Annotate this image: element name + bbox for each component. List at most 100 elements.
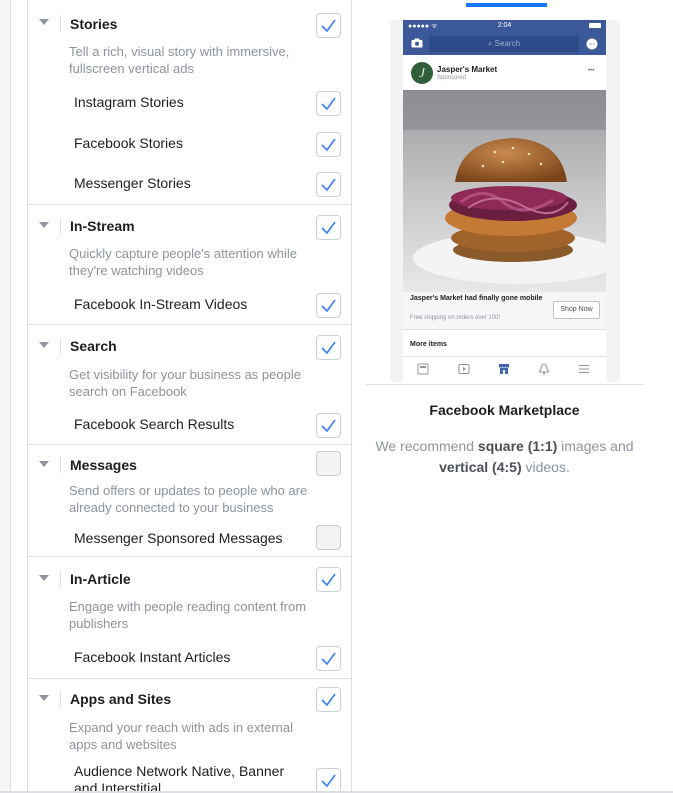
more-options-icon: ••• (588, 68, 595, 74)
recommendation-note: We recommend square (1:1) images and ver… (366, 436, 643, 478)
placement-checkbox-facebook-instant-articles[interactable] (316, 646, 341, 671)
checkmark-icon (321, 19, 336, 33)
placement-label: Facebook Instant Articles (74, 649, 231, 665)
caret-down-icon[interactable] (39, 575, 49, 581)
section-description: Quickly capture people's attention while… (69, 246, 297, 278)
section-title: In-Article (70, 571, 131, 587)
placement-label: Messenger Sponsored Messages (74, 530, 283, 546)
search-input: ⌕ Search (429, 36, 579, 52)
placements-panel: Stories Tell a rich, visual story with i… (27, 0, 352, 793)
ad-preview-phone: ●●●●● ᯤ 2:04 ⌕ Search J Jasper's Market … (403, 20, 606, 382)
advertiser-avatar: J (411, 62, 433, 84)
marketplace-icon (499, 364, 509, 374)
section-in-article: In-Article Engage with people reading co… (28, 557, 351, 679)
menu-icon (579, 365, 589, 373)
divider (60, 571, 61, 587)
checkmark-icon (321, 178, 336, 192)
advertiser-name: Jasper's Market (437, 65, 498, 74)
section-description: Send offers or updates to people who are… (69, 483, 308, 515)
checkmark-icon (321, 774, 336, 788)
note-square: square (1:1) (477, 438, 558, 454)
checkmark-icon (321, 573, 336, 587)
placement-name: Facebook Marketplace (429, 402, 580, 418)
more-items-label: More items (410, 341, 447, 348)
section-checkbox[interactable] (316, 215, 341, 240)
checkmark-icon (321, 138, 336, 152)
placement-label: Messenger Stories (74, 175, 191, 191)
caret-down-icon[interactable] (39, 222, 49, 228)
section-description: Engage with people reading content from … (69, 599, 307, 631)
ad-subtext: Free shipping on orders over 100! (410, 315, 501, 321)
checkmark-icon (321, 97, 336, 111)
divider (60, 691, 61, 707)
note-prefix: We recommend (375, 438, 478, 454)
ad-headline: Jasper's Market had finally gone mobile (410, 295, 543, 302)
checkmark-icon (321, 341, 336, 355)
shop-now-button: Shop Now (553, 301, 600, 319)
placement-label: Facebook Search Results (74, 416, 235, 432)
notifications-icon (538, 363, 550, 375)
ad-image (403, 90, 606, 292)
placement-checkbox-audience-network[interactable] (316, 768, 341, 793)
section-checkbox[interactable] (316, 451, 341, 476)
news-feed-icon (417, 363, 429, 375)
caret-down-icon[interactable] (39, 461, 49, 467)
checkmark-icon (321, 221, 336, 235)
caret-down-icon[interactable] (39, 19, 49, 25)
placement-label: Instagram Stories (74, 94, 184, 110)
section-checkbox[interactable] (316, 13, 341, 38)
placement-label: Audience Network Native, Banner and Inte… (74, 763, 285, 793)
section-messages: Messages Send offers or updates to peopl… (28, 445, 351, 557)
section-checkbox[interactable] (316, 567, 341, 592)
camera-icon (411, 38, 423, 48)
checkmark-icon (321, 419, 336, 433)
phone-tab-bar (403, 357, 606, 382)
note-vertical: vertical (4:5) (439, 459, 522, 475)
section-search: Search Get visibility for your business … (28, 325, 351, 445)
divider (60, 338, 61, 354)
section-title: Search (70, 338, 117, 354)
note-suffix: videos. (521, 459, 570, 475)
more-items-row: More items (403, 334, 606, 357)
checkmark-icon (321, 299, 336, 313)
section-stories: Stories Tell a rich, visual story with i… (28, 0, 351, 205)
section-description: Tell a rich, visual story with immersive… (69, 44, 290, 76)
divider (60, 457, 61, 473)
active-tab-indicator (466, 3, 547, 7)
section-checkbox[interactable] (316, 687, 341, 712)
note-middle: images and (557, 438, 634, 454)
placement-checkbox-messenger-stories[interactable] (316, 172, 341, 197)
sponsored-label: Sponsored (437, 75, 467, 81)
divider (60, 218, 61, 234)
placement-checkbox-facebook-stories[interactable] (316, 132, 341, 157)
placement-checkbox-facebook-in-stream-videos[interactable] (316, 293, 341, 318)
caret-down-icon[interactable] (39, 342, 49, 348)
divider (60, 15, 61, 31)
section-checkbox[interactable] (316, 335, 341, 360)
checkmark-icon (321, 693, 336, 707)
preview-divider (366, 384, 643, 385)
placement-label: Facebook Stories (74, 135, 183, 151)
caret-down-icon[interactable] (39, 695, 49, 701)
placement-checkbox-messenger-sponsored-messages[interactable] (316, 525, 341, 550)
section-description: Get visibility for your business as peop… (69, 367, 301, 399)
section-in-stream: In-Stream Quickly capture people's atten… (28, 205, 351, 325)
section-description: Expand your reach with ads in external a… (69, 720, 294, 752)
section-title: Stories (70, 16, 118, 32)
phone-status-bar: ●●●●● ᯤ 2:04 (403, 20, 606, 33)
left-gutter (0, 0, 11, 793)
post-header (403, 56, 606, 90)
checkmark-icon (321, 652, 336, 666)
section-apps-and-sites: Apps and Sites Expand your reach with ad… (28, 679, 351, 793)
messenger-icon (586, 38, 598, 50)
watch-icon (458, 364, 470, 374)
placement-checkbox-facebook-search-results[interactable] (316, 413, 341, 438)
search-placeholder: Search (494, 39, 521, 48)
section-title: Apps and Sites (70, 691, 172, 707)
placement-checkbox-instagram-stories[interactable] (316, 91, 341, 116)
burger-image (403, 90, 606, 292)
battery-icon (589, 23, 601, 28)
placement-label: Facebook In-Stream Videos (74, 296, 248, 312)
section-title: Messages (70, 457, 137, 473)
status-time: 2:04 (497, 22, 512, 29)
